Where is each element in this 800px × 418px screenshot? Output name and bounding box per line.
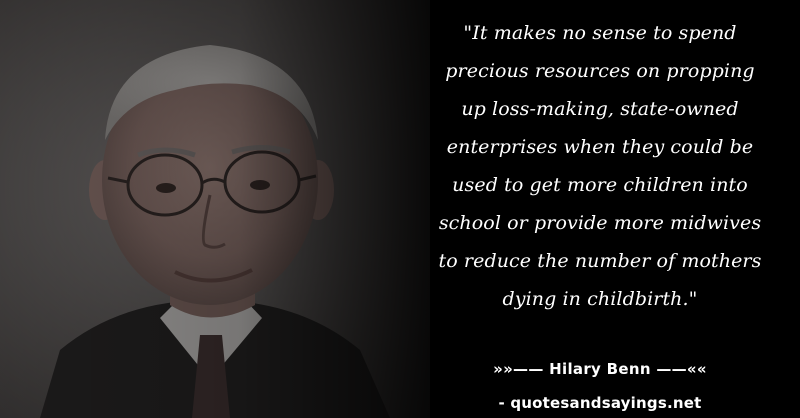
quote-block: "It makes no sense to spend precious res…	[405, 14, 795, 318]
site-credit: - quotesandsayings.net	[498, 394, 702, 412]
quote-text: "It makes no sense to spend precious res…	[438, 22, 762, 310]
quote-card: "It makes no sense to spend precious res…	[0, 0, 800, 418]
author-line: »»—— Hilary Benn ——««	[493, 360, 707, 378]
